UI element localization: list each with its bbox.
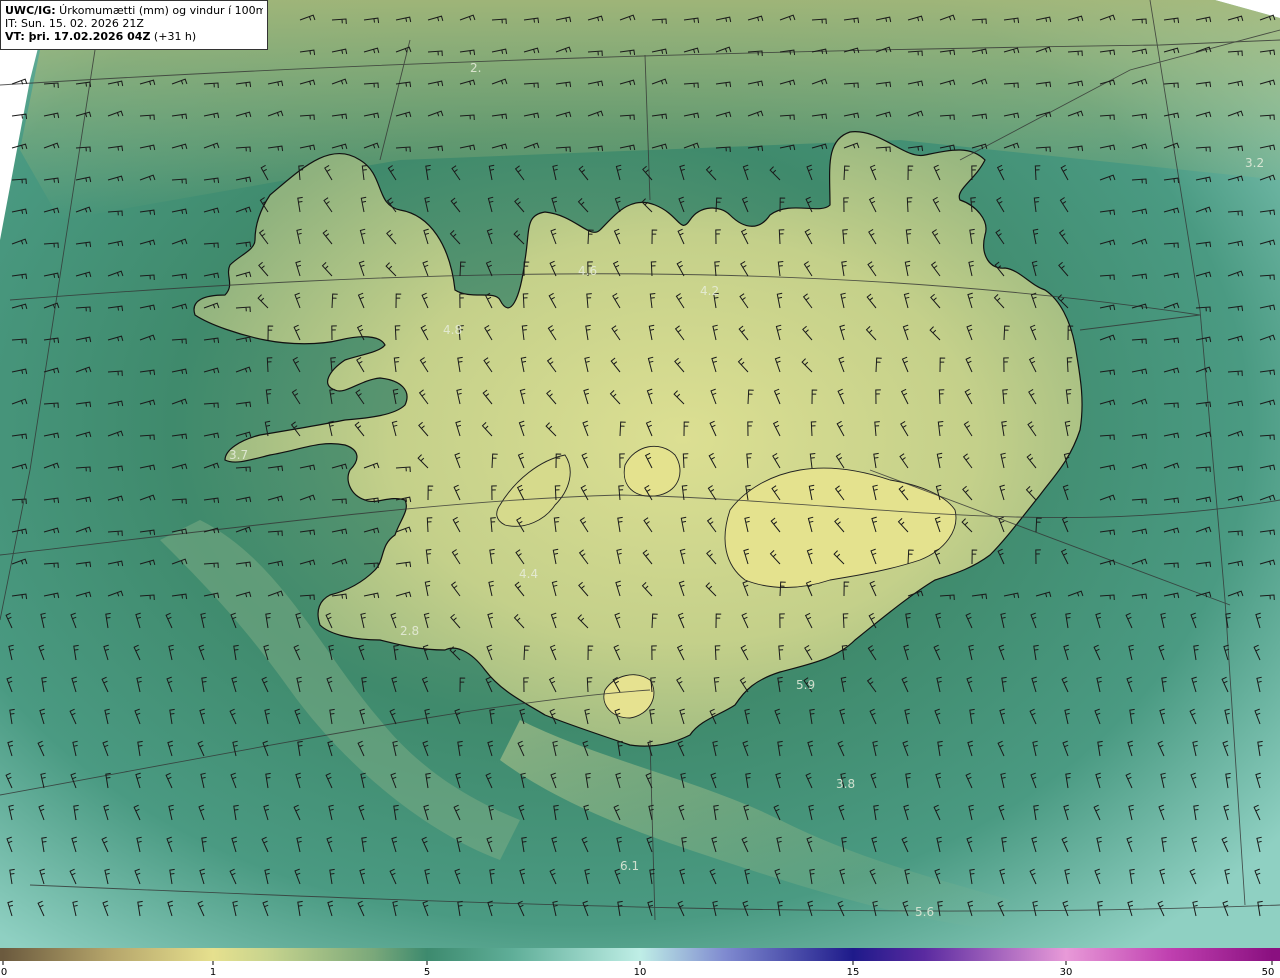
model-name: UWC/IG: bbox=[5, 4, 56, 17]
label-6-1: 6.1 bbox=[620, 859, 639, 873]
map-view: 2. 3.2 4.6 4.2 4.8 3.7 4.4 2.8 5.9 3.8 6… bbox=[0, 0, 1280, 978]
colorbar-tick-label: 15 bbox=[847, 967, 860, 978]
field-description: Úrkomumætti (mm) og vindur í 100m hæð bbox=[59, 4, 263, 17]
label-3-7: 3.7 bbox=[229, 448, 248, 462]
colorbar-tick-label: 50 bbox=[1262, 967, 1275, 978]
label-4-4: 4.4 bbox=[519, 567, 538, 581]
map-header: UWC/IG: Úrkomumætti (mm) og vindur í 100… bbox=[0, 0, 268, 50]
colorbar: 0 1 5 10 15 30 50 bbox=[0, 948, 1280, 978]
forecast-lead: (+31 h) bbox=[150, 30, 197, 43]
label-4-8: 4.8 bbox=[443, 323, 462, 337]
precipitation-wind-map: 2. 3.2 4.6 4.2 4.8 3.7 4.4 2.8 5.9 3.8 6… bbox=[0, 0, 1280, 948]
colorbar-tick-label: 1 bbox=[210, 967, 216, 978]
colorbar-tick-label: 0 bbox=[1, 967, 7, 978]
label-3-2: 3.2 bbox=[1245, 156, 1264, 170]
label-2-8: 2.8 bbox=[400, 624, 419, 638]
header-title-line: UWC/IG: Úrkomumætti (mm) og vindur í 100… bbox=[5, 4, 263, 17]
label-4-2: 4.2 bbox=[700, 284, 719, 298]
colorbar-svg: 0 1 5 10 15 30 50 bbox=[0, 948, 1280, 978]
colorbar-tick-label: 5 bbox=[424, 967, 430, 978]
label-3-8: 3.8 bbox=[836, 777, 855, 791]
valid-time: VT: þri. 17.02.2026 04Z bbox=[5, 30, 151, 43]
valid-time-line: VT: þri. 17.02.2026 04Z (+31 h) bbox=[5, 30, 263, 43]
label-5-9: 5.9 bbox=[796, 678, 815, 692]
label-5-6: 5.6 bbox=[915, 905, 934, 919]
colorbar-tick-label: 30 bbox=[1060, 967, 1073, 978]
colorbar-tick-label: 10 bbox=[634, 967, 647, 978]
colorbar-gradient bbox=[0, 948, 1280, 961]
label-4-6: 4.6 bbox=[578, 264, 597, 278]
label-2x: 2. bbox=[470, 61, 481, 75]
init-time: IT: Sun. 15. 02. 2026 21Z bbox=[5, 17, 144, 30]
